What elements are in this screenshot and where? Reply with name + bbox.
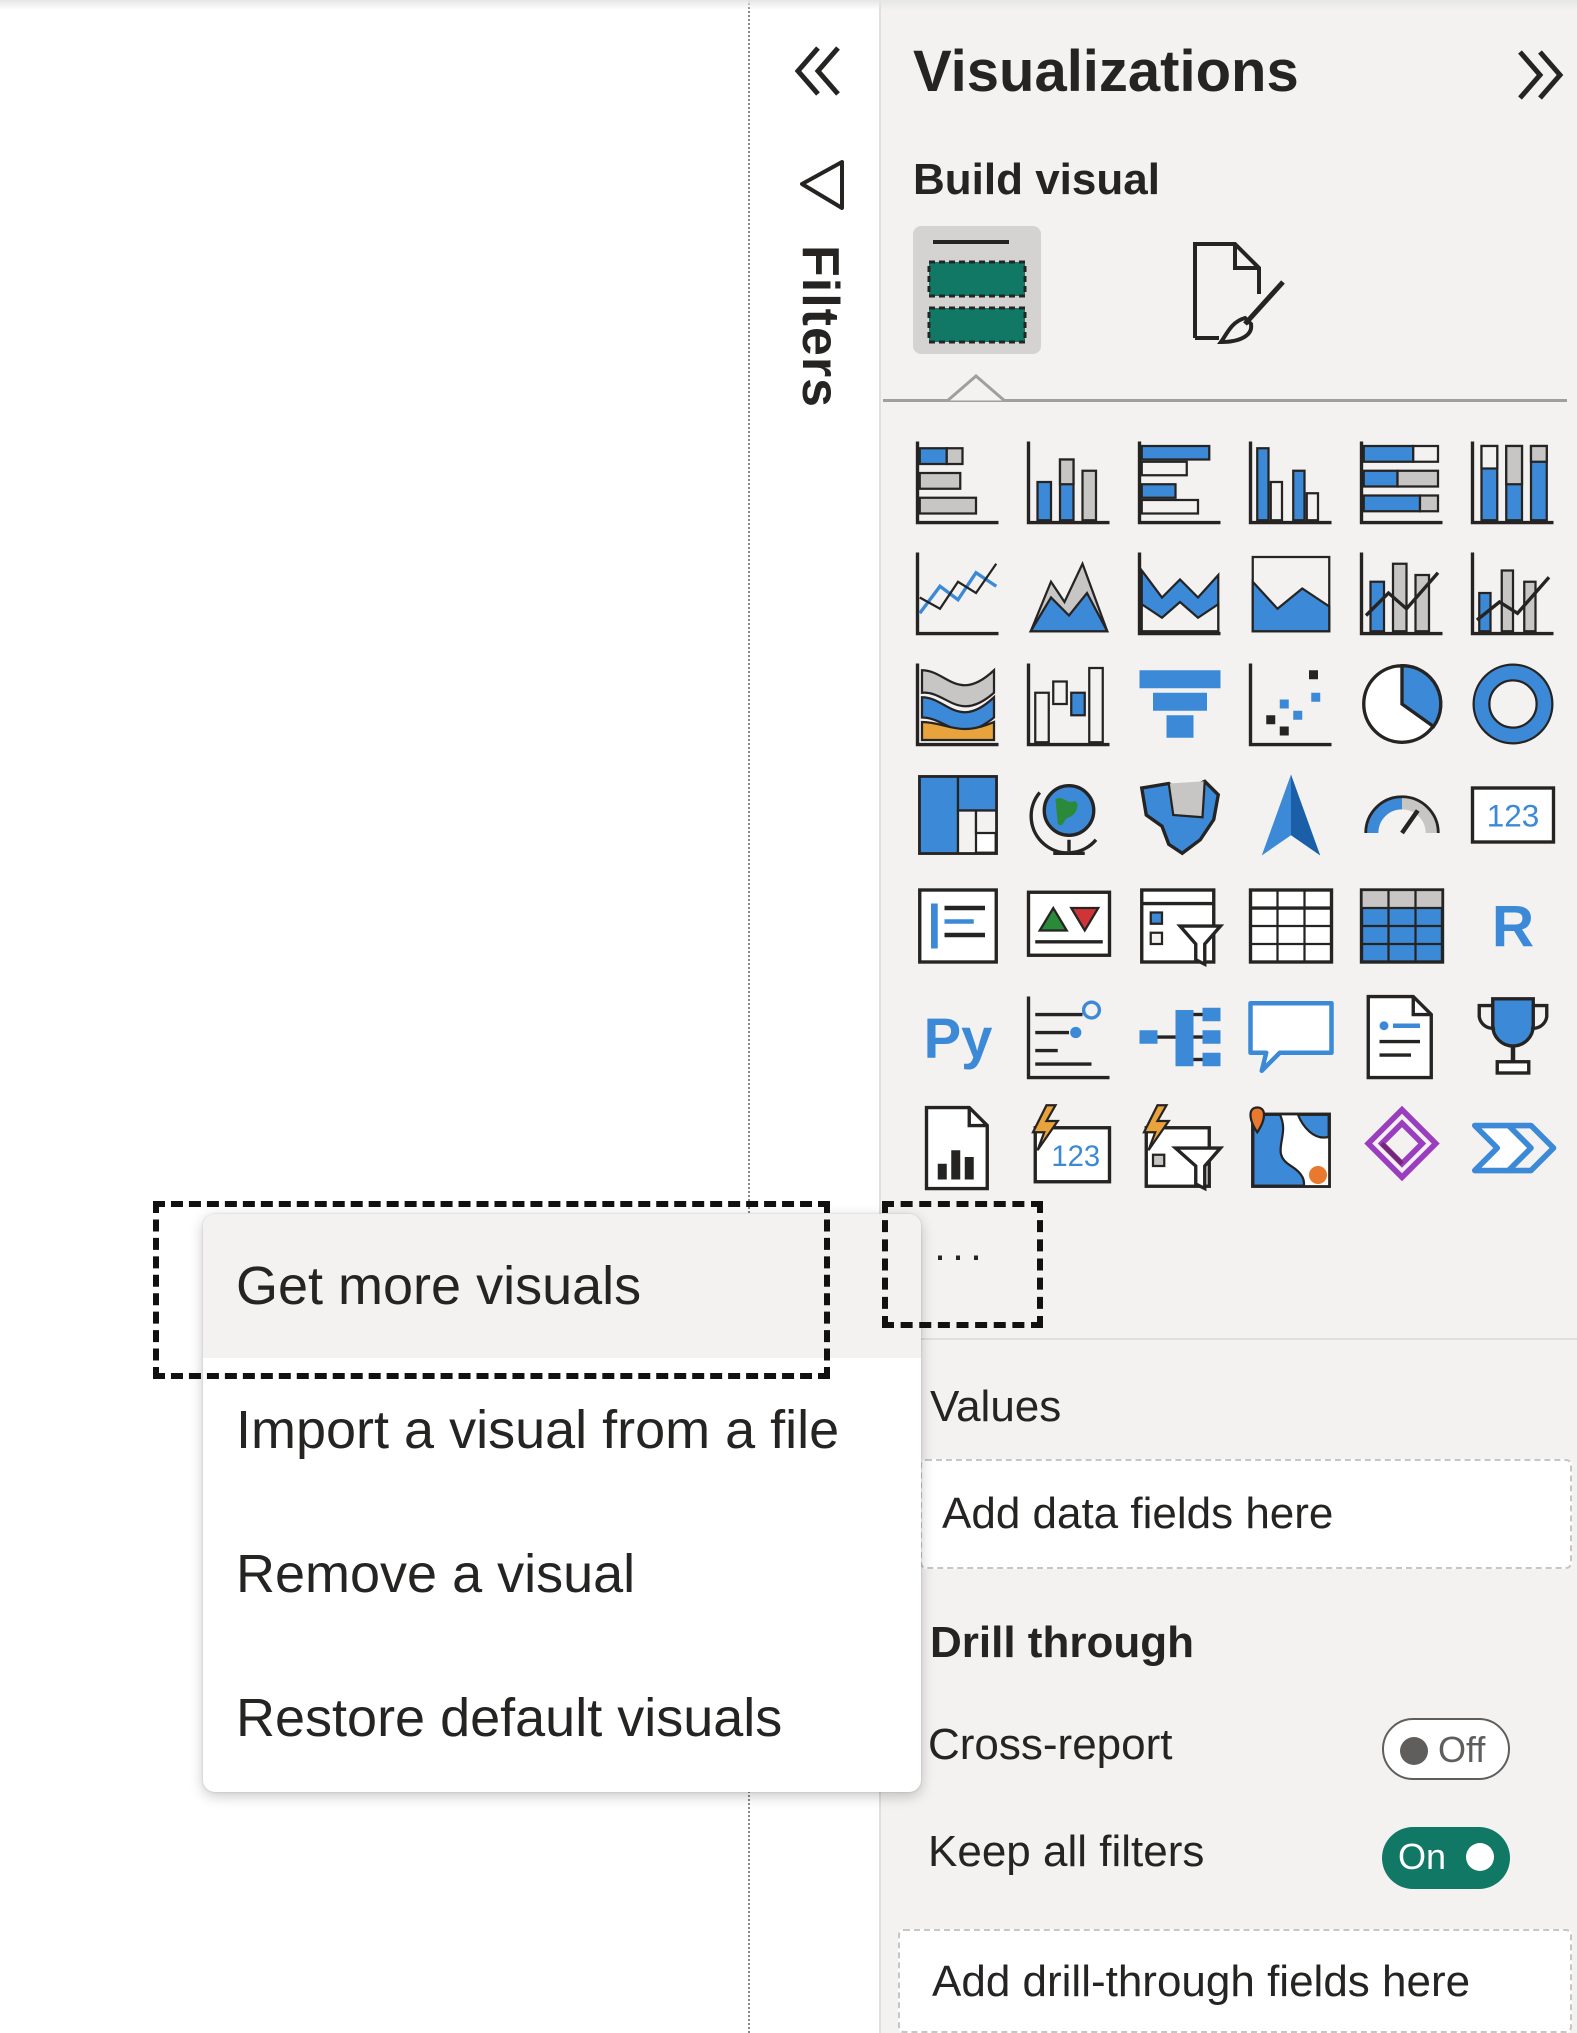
map-icon[interactable]	[1024, 770, 1114, 860]
expand-pane-icon[interactable]	[1510, 44, 1566, 106]
line-and-clustered-column-chart-icon[interactable]	[1468, 548, 1558, 638]
svg-text:Py: Py	[924, 1006, 993, 1069]
stacked-bar-chart-icon[interactable]	[913, 437, 1003, 527]
smart-narrative-icon[interactable]	[1357, 992, 1447, 1082]
matrix-icon[interactable]	[1357, 881, 1447, 971]
visualizations-title: Visualizations	[913, 39, 1299, 104]
values-label: Values	[930, 1382, 1062, 1431]
collapse-filters-icon[interactable]	[790, 40, 848, 102]
power-automate-icon[interactable]	[1468, 1103, 1558, 1193]
menu-item-restore-defaults[interactable]: Restore default visuals	[203, 1646, 921, 1790]
svg-text:123: 123	[1051, 1141, 1100, 1173]
100-stacked-column-chart-icon[interactable]	[1468, 437, 1558, 527]
menu-item-remove-visual[interactable]: Remove a visual	[203, 1502, 921, 1646]
waterfall-chart-icon[interactable]	[1024, 659, 1114, 749]
tab-indicator	[941, 372, 1011, 406]
toggle-state-text: Off	[1438, 1729, 1486, 1770]
card-icon[interactable]: 123	[1468, 770, 1558, 860]
power-apps-card-icon[interactable]: 123	[1024, 1103, 1114, 1193]
line-chart-icon[interactable]	[913, 548, 1003, 638]
format-visual-tab[interactable]	[1183, 238, 1293, 348]
format-paintbrush-icon	[1193, 242, 1285, 345]
python-visual-icon[interactable]: Py	[913, 992, 1003, 1082]
clustered-column-chart-icon[interactable]	[1246, 437, 1336, 527]
azure-map-icon[interactable]	[1246, 770, 1336, 860]
power-apps-slicer-icon[interactable]	[1135, 1103, 1225, 1193]
drill-through-drop-zone[interactable]: Add drill-through fields here	[898, 1929, 1572, 2033]
section-divider	[910, 1338, 1577, 1340]
callout-more-options	[882, 1201, 1043, 1328]
decomposition-tree-icon[interactable]	[1135, 992, 1225, 1082]
cross-report-toggle[interactable]: Off	[1382, 1718, 1510, 1780]
line-and-stacked-column-chart-icon[interactable]	[1357, 548, 1447, 638]
ribbon-chart-icon[interactable]	[913, 659, 1003, 749]
build-visual-tab[interactable]	[913, 226, 1041, 354]
keep-all-filters-toggle[interactable]: On	[1382, 1827, 1510, 1889]
toggle-state-text: On	[1398, 1836, 1447, 1877]
menu-item-import-visual[interactable]: Import a visual from a file	[203, 1358, 921, 1502]
r-script-visual-icon[interactable]: R	[1468, 881, 1558, 971]
callout-get-more-visuals	[153, 1201, 830, 1379]
svg-text:123: 123	[1487, 797, 1540, 833]
cross-report-label: Cross-report	[928, 1720, 1173, 1769]
toggle-knob	[1400, 1737, 1428, 1765]
filled-map-icon[interactable]	[1135, 770, 1225, 860]
power-apps-icon[interactable]	[1357, 1103, 1447, 1193]
multi-row-card-icon[interactable]	[913, 881, 1003, 971]
donut-chart-icon[interactable]	[1468, 659, 1558, 749]
area-chart-icon[interactable]	[1024, 548, 1114, 638]
top-shadow	[0, 0, 1577, 10]
key-influencers-icon[interactable]	[1024, 992, 1114, 1082]
toggle-knob	[1466, 1843, 1494, 1871]
stacked-column-chart-icon[interactable]	[1024, 437, 1114, 527]
build-visual-icon	[927, 240, 1027, 344]
values-drop-zone[interactable]: Add data fields here	[920, 1459, 1572, 1569]
build-visual-label: Build visual	[913, 155, 1160, 204]
funnel-chart-icon[interactable]	[1135, 659, 1225, 749]
filters-label-text: Filters	[791, 245, 849, 409]
clustered-bar-chart-icon[interactable]	[1135, 437, 1225, 527]
visual-type-gallery: 123 R Py 123	[913, 437, 1573, 1207]
metrics-icon[interactable]	[1468, 992, 1558, 1082]
stacked-area-chart-icon[interactable]	[1135, 548, 1225, 638]
svg-text:R: R	[1492, 894, 1534, 959]
treemap-icon[interactable]	[913, 770, 1003, 860]
kpi-icon[interactable]	[1024, 881, 1114, 971]
keep-all-filters-label: Keep all filters	[928, 1827, 1205, 1876]
slicer-icon[interactable]	[1135, 881, 1225, 971]
filters-vertical-label[interactable]: Filters	[788, 245, 852, 425]
filter-funnel-icon	[798, 158, 846, 214]
100-stacked-area-chart-icon[interactable]	[1246, 548, 1336, 638]
scatter-chart-icon[interactable]	[1246, 659, 1336, 749]
table-icon[interactable]	[1246, 881, 1336, 971]
qa-icon[interactable]	[1246, 992, 1336, 1082]
100-stacked-bar-chart-icon[interactable]	[1357, 437, 1447, 527]
arcgis-map-icon[interactable]	[1246, 1103, 1336, 1193]
drill-through-label: Drill through	[930, 1618, 1194, 1667]
pie-chart-icon[interactable]	[1357, 659, 1447, 749]
paginated-report-icon[interactable]	[913, 1103, 1003, 1193]
gauge-icon[interactable]	[1357, 770, 1447, 860]
